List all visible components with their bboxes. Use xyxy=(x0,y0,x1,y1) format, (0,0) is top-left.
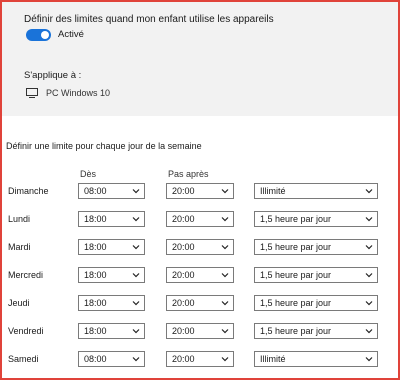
day-label: Jeudi xyxy=(8,298,30,308)
day-label: Lundi xyxy=(8,214,31,224)
toggle-label: Activé xyxy=(58,29,84,40)
from-time-select-value: 18:00 xyxy=(84,326,107,336)
daily-limit-select-value: Illimité xyxy=(260,186,286,196)
chevron-down-icon xyxy=(132,189,140,194)
from-time-select[interactable]: 18:00 xyxy=(78,267,145,283)
from-time-select[interactable]: 08:00 xyxy=(78,351,145,367)
daily-limit-select-value: 1,5 heure par jour xyxy=(260,242,332,252)
chevron-down-icon xyxy=(132,329,140,334)
chevron-down-icon xyxy=(221,273,229,278)
from-time-select[interactable]: 18:00 xyxy=(78,239,145,255)
chevron-down-icon xyxy=(132,217,140,222)
daily-limit-select[interactable]: 1,5 heure par jour xyxy=(254,323,378,339)
from-time-select-value: 08:00 xyxy=(84,186,107,196)
chevron-down-icon xyxy=(365,301,373,306)
monitor-icon xyxy=(26,88,38,98)
from-time-select-value: 18:00 xyxy=(84,242,107,252)
from-time-select-value: 18:00 xyxy=(84,270,107,280)
chevron-down-icon xyxy=(221,217,229,222)
col-header-until: Pas après xyxy=(168,169,209,179)
until-time-select-value: 20:00 xyxy=(172,298,195,308)
until-time-select[interactable]: 20:00 xyxy=(166,267,234,283)
settings-panel: Définir des limites quand mon enfant uti… xyxy=(2,2,398,116)
until-time-select[interactable]: 20:00 xyxy=(166,351,234,367)
daily-limit-select-value: 1,5 heure par jour xyxy=(260,214,332,224)
daily-limit-select[interactable]: Illimité xyxy=(254,183,378,199)
until-time-select[interactable]: 20:00 xyxy=(166,295,234,311)
chevron-down-icon xyxy=(365,329,373,334)
day-label: Vendredi xyxy=(8,326,44,336)
chevron-down-icon xyxy=(132,245,140,250)
day-label: Mercredi xyxy=(8,270,44,280)
from-time-select-value: 18:00 xyxy=(84,214,107,224)
chevron-down-icon xyxy=(132,273,140,278)
chevron-down-icon xyxy=(221,329,229,334)
limits-heading: Définir des limites quand mon enfant uti… xyxy=(24,14,274,25)
chevron-down-icon xyxy=(365,245,373,250)
until-time-select-value: 20:00 xyxy=(172,270,195,280)
until-time-select[interactable]: 20:00 xyxy=(166,183,234,199)
until-time-select-value: 20:00 xyxy=(172,186,195,196)
daily-limit-select-value: Illimité xyxy=(260,354,286,364)
from-time-select[interactable]: 08:00 xyxy=(78,183,145,199)
daily-limit-select[interactable]: 1,5 heure par jour xyxy=(254,295,378,311)
schedule-title: Définir une limite pour chaque jour de l… xyxy=(6,141,202,151)
daily-limit-select[interactable]: 1,5 heure par jour xyxy=(254,239,378,255)
chevron-down-icon xyxy=(221,301,229,306)
chevron-down-icon xyxy=(221,189,229,194)
chevron-down-icon xyxy=(365,217,373,222)
device-name: PC Windows 10 xyxy=(46,88,111,98)
until-time-select-value: 20:00 xyxy=(172,242,195,252)
activate-toggle[interactable] xyxy=(26,29,51,41)
applies-to-label: S'applique à : xyxy=(24,70,82,81)
chevron-down-icon xyxy=(132,301,140,306)
until-time-select-value: 20:00 xyxy=(172,214,195,224)
until-time-select-value: 20:00 xyxy=(172,354,195,364)
daily-limit-select[interactable]: Illimité xyxy=(254,351,378,367)
day-label: Samedi xyxy=(8,354,39,364)
daily-limit-select[interactable]: 1,5 heure par jour xyxy=(254,211,378,227)
until-time-select[interactable]: 20:00 xyxy=(166,239,234,255)
from-time-select[interactable]: 18:00 xyxy=(78,295,145,311)
from-time-select-value: 08:00 xyxy=(84,354,107,364)
daily-limit-select-value: 1,5 heure par jour xyxy=(260,298,332,308)
chevron-down-icon xyxy=(221,357,229,362)
chevron-down-icon xyxy=(221,245,229,250)
daily-limit-select-value: 1,5 heure par jour xyxy=(260,326,332,336)
from-time-select[interactable]: 18:00 xyxy=(78,323,145,339)
day-label: Dimanche xyxy=(8,186,49,196)
daily-limit-select-value: 1,5 heure par jour xyxy=(260,270,332,280)
from-time-select-value: 18:00 xyxy=(84,298,107,308)
chevron-down-icon xyxy=(365,189,373,194)
chevron-down-icon xyxy=(365,357,373,362)
until-time-select[interactable]: 20:00 xyxy=(166,323,234,339)
toggle-knob xyxy=(41,31,49,39)
chevron-down-icon xyxy=(132,357,140,362)
col-header-from: Dès xyxy=(80,169,97,179)
until-time-select-value: 20:00 xyxy=(172,326,195,336)
from-time-select[interactable]: 18:00 xyxy=(78,211,145,227)
until-time-select[interactable]: 20:00 xyxy=(166,211,234,227)
daily-limit-select[interactable]: 1,5 heure par jour xyxy=(254,267,378,283)
chevron-down-icon xyxy=(365,273,373,278)
day-label: Mardi xyxy=(8,242,31,252)
